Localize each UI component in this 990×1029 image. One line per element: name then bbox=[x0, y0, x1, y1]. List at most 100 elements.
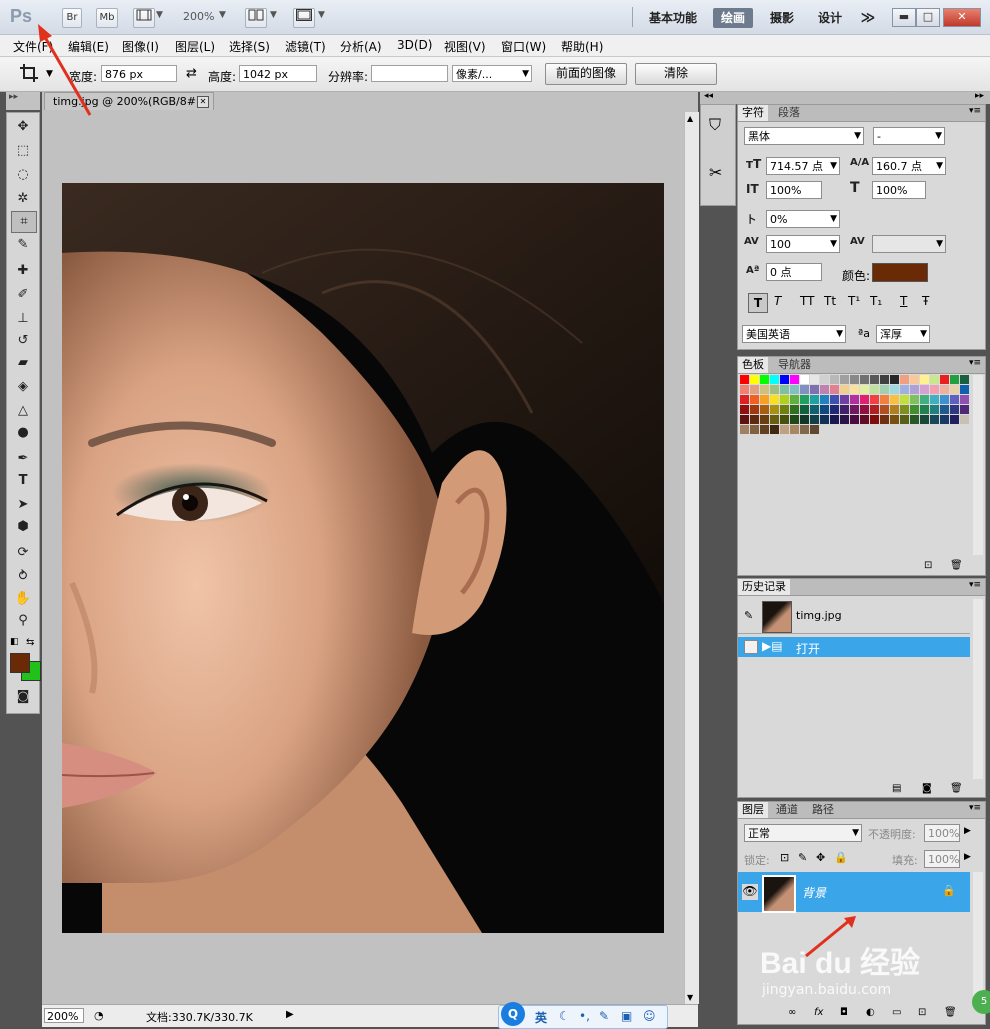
emoji-icon[interactable]: ☺ bbox=[643, 1009, 656, 1023]
menu-analysis[interactable]: 分析(A) bbox=[340, 38, 382, 55]
color-swatch[interactable] bbox=[790, 405, 799, 414]
font-style-select[interactable]: - ▼ bbox=[873, 127, 945, 145]
blend-mode-select[interactable]: 正常 ▼ bbox=[744, 824, 862, 842]
color-swatch[interactable] bbox=[800, 425, 809, 434]
font-family-select[interactable]: 黑体 ▼ bbox=[744, 127, 864, 145]
fill-arrow-icon[interactable]: ▶ bbox=[964, 852, 971, 862]
color-swatch[interactable] bbox=[780, 425, 789, 434]
foreground-color-swatch[interactable] bbox=[10, 653, 30, 673]
color-swatch[interactable] bbox=[860, 375, 869, 384]
color-swatch[interactable] bbox=[750, 415, 759, 424]
color-swatch[interactable] bbox=[930, 405, 939, 414]
history-snapshot-row[interactable]: ✎ timg.jpg bbox=[738, 599, 970, 634]
shape-icon[interactable]: ⬢ bbox=[11, 517, 35, 537]
history-state-row[interactable]: ▶▤ 打开 bbox=[738, 637, 970, 657]
color-swatch[interactable] bbox=[850, 415, 859, 424]
color-swatch[interactable] bbox=[910, 395, 919, 404]
lock-transparent-icon[interactable]: ⊡ bbox=[780, 851, 789, 864]
menu-window[interactable]: 窗口(W) bbox=[501, 38, 546, 55]
color-swatch[interactable] bbox=[740, 375, 749, 384]
tab-paths[interactable]: 路径 bbox=[808, 802, 838, 818]
color-swatch[interactable] bbox=[900, 385, 909, 394]
color-swatch[interactable] bbox=[900, 415, 909, 424]
color-swatch[interactable] bbox=[950, 385, 959, 394]
color-swatch[interactable] bbox=[740, 405, 749, 414]
lasso-icon[interactable]: ◌ bbox=[11, 165, 35, 185]
underline-button[interactable]: T bbox=[900, 294, 907, 308]
brush-icon[interactable]: ✐ bbox=[11, 285, 35, 305]
3d-rotate-icon[interactable]: ⟳ bbox=[11, 543, 35, 563]
layer-row[interactable]: 👁 背景 🔒 bbox=[738, 872, 970, 913]
screen-mode-button[interactable] bbox=[293, 8, 315, 28]
menu-filter[interactable]: 滤镜(T) bbox=[285, 38, 326, 55]
chevron-down-icon[interactable]: ▼ bbox=[156, 10, 163, 20]
default-colors-icon[interactable]: ◧ bbox=[10, 637, 19, 647]
color-swatch[interactable] bbox=[810, 415, 819, 424]
pen-icon[interactable]: ✒ bbox=[11, 449, 35, 469]
color-swatch[interactable] bbox=[960, 395, 969, 404]
quick-select-icon[interactable]: ✲ bbox=[11, 189, 35, 209]
superscript-button[interactable]: T¹ bbox=[848, 294, 860, 308]
color-swatch[interactable] bbox=[940, 375, 949, 384]
color-swatch[interactable] bbox=[790, 375, 799, 384]
tab-channels[interactable]: 通道 bbox=[772, 802, 802, 818]
clone-source-icon[interactable]: ✂ bbox=[709, 163, 722, 182]
color-swatch[interactable] bbox=[940, 405, 949, 414]
color-swatch[interactable] bbox=[940, 395, 949, 404]
color-swatch[interactable] bbox=[950, 395, 959, 404]
chevron-down-icon[interactable]: ▼ bbox=[219, 10, 226, 20]
color-swatch[interactable] bbox=[870, 415, 879, 424]
color-swatch[interactable] bbox=[740, 395, 749, 404]
trash-icon[interactable]: 🗑 bbox=[944, 1007, 957, 1018]
type-icon[interactable]: T bbox=[11, 471, 35, 491]
color-swatch[interactable] bbox=[850, 385, 859, 394]
color-swatch[interactable] bbox=[910, 385, 919, 394]
color-swatch[interactable] bbox=[950, 375, 959, 384]
crop-icon[interactable]: ⌗ bbox=[11, 211, 37, 233]
workspace-design[interactable]: 设计 bbox=[812, 8, 848, 28]
color-swatch[interactable] bbox=[860, 395, 869, 404]
scroll-down-icon[interactable]: ▼ bbox=[687, 993, 693, 1002]
chevron-down-icon[interactable]: ▼ bbox=[318, 10, 325, 20]
color-swatch[interactable] bbox=[760, 385, 769, 394]
color-swatch[interactable] bbox=[770, 425, 779, 434]
color-swatch[interactable] bbox=[840, 385, 849, 394]
color-swatch[interactable] bbox=[820, 375, 829, 384]
color-swatch[interactable] bbox=[910, 375, 919, 384]
ime-language[interactable]: 英 bbox=[535, 1009, 547, 1026]
tab-character[interactable]: 字符 bbox=[738, 105, 768, 121]
color-swatch[interactable] bbox=[900, 395, 909, 404]
color-swatch[interactable] bbox=[880, 405, 889, 414]
color-swatch[interactable] bbox=[930, 415, 939, 424]
color-swatch[interactable] bbox=[890, 395, 899, 404]
arrange-documents-button[interactable] bbox=[245, 8, 267, 28]
close-icon[interactable]: ✕ bbox=[197, 96, 209, 108]
kerning-field[interactable]: ▼ bbox=[872, 235, 946, 253]
color-swatch[interactable] bbox=[760, 375, 769, 384]
panel-menu-icon[interactable]: ▾≡ bbox=[969, 106, 981, 116]
color-swatch[interactable] bbox=[800, 385, 809, 394]
link-layers-icon[interactable]: ∞ bbox=[788, 1007, 796, 1018]
leading-field[interactable]: 160.7 点 ▼ bbox=[872, 157, 946, 175]
color-swatch[interactable] bbox=[740, 385, 749, 394]
scroll-up-icon[interactable]: ▲ bbox=[687, 114, 693, 123]
height-field[interactable]: 1042 px bbox=[239, 65, 317, 82]
color-swatch[interactable] bbox=[810, 405, 819, 414]
new-group-icon[interactable]: ▭ bbox=[892, 1007, 901, 1018]
trash-icon[interactable]: 🗑 bbox=[950, 783, 963, 794]
stamp-icon[interactable]: ⊥ bbox=[11, 309, 35, 329]
resolution-unit-select[interactable]: 像素/... ▼ bbox=[452, 65, 532, 82]
tools-icon[interactable]: ✎ bbox=[599, 1009, 609, 1023]
moon-icon[interactable]: ☾ bbox=[559, 1009, 570, 1023]
color-swatch[interactable] bbox=[760, 405, 769, 414]
language-select[interactable]: 美国英语 ▼ bbox=[742, 325, 846, 343]
subscript-button[interactable]: T₁ bbox=[870, 294, 882, 308]
color-swatch[interactable] bbox=[960, 375, 969, 384]
3d-orbit-icon[interactable]: ⥁ bbox=[11, 567, 35, 587]
color-swatch[interactable] bbox=[960, 405, 969, 414]
color-swatch[interactable] bbox=[810, 425, 819, 434]
notification-badge-icon[interactable]: 5 bbox=[972, 990, 990, 1014]
color-swatch[interactable] bbox=[870, 395, 879, 404]
color-swatch[interactable] bbox=[790, 415, 799, 424]
opacity-arrow-icon[interactable]: ▶ bbox=[964, 826, 971, 836]
